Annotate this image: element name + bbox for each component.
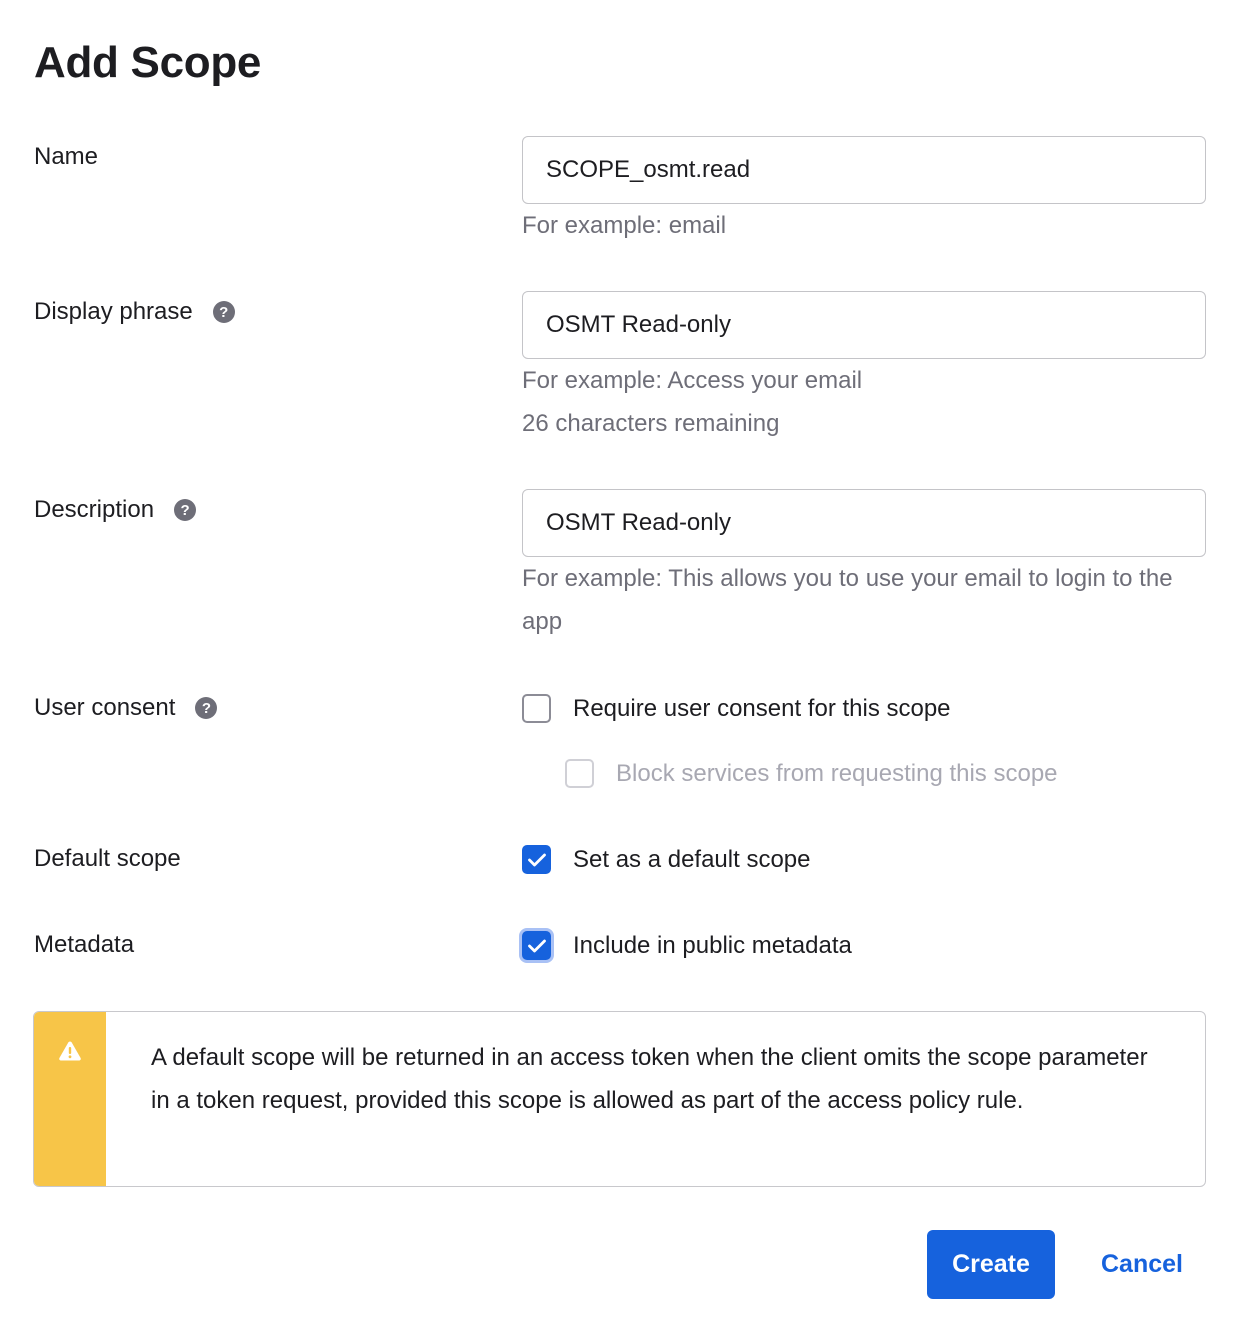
default-scope-option-label: Set as a default scope [573, 845, 811, 873]
user-consent-label-text: User consent [34, 694, 176, 721]
name-label: Name [34, 143, 98, 171]
help-icon[interactable]: ? [174, 499, 197, 521]
metadata-checkbox[interactable] [522, 931, 551, 960]
name-label-text: Name [34, 143, 99, 170]
block-services-checkbox [565, 759, 594, 788]
name-input[interactable]: SCOPE_osmt.read [522, 136, 1206, 204]
create-button[interactable]: Create [927, 1230, 1055, 1299]
default-scope-checkbox[interactable] [522, 845, 551, 874]
warning-icon [59, 1041, 81, 1061]
metadata-option[interactable]: Include in public metadata [522, 931, 852, 960]
cancel-button[interactable]: Cancel [1078, 1230, 1206, 1299]
check-icon [527, 939, 546, 952]
metadata-label: Metadata [34, 931, 134, 959]
display-phrase-label-text: Display phrase [34, 298, 193, 325]
help-icon[interactable]: ? [212, 301, 235, 323]
description-label: Description ? [34, 496, 197, 524]
default-scope-label-text: Default scope [34, 845, 181, 872]
description-hint: For example: This allows you to use your… [522, 565, 1173, 635]
display-phrase-input-value: OSMT Read-only [546, 311, 731, 338]
display-phrase-hint: For example: Access your email [522, 367, 863, 394]
description-input-value: OSMT Read-only [546, 509, 731, 536]
name-input-value: SCOPE_osmt.read [546, 156, 751, 183]
info-callout: A default scope will be returned in an a… [33, 1011, 1206, 1187]
block-services-label: Block services from requesting this scop… [616, 759, 1058, 787]
require-consent-option[interactable]: Require user consent for this scope [522, 694, 951, 723]
display-phrase-label: Display phrase ? [34, 298, 235, 326]
default-scope-option[interactable]: Set as a default scope [522, 845, 811, 874]
metadata-option-label: Include in public metadata [573, 931, 852, 959]
metadata-label-text: Metadata [34, 931, 135, 958]
characters-remaining: 26 characters remaining [522, 410, 780, 437]
display-phrase-input[interactable]: OSMT Read-only [522, 291, 1206, 359]
require-consent-label: Require user consent for this scope [573, 694, 951, 722]
require-consent-checkbox[interactable] [522, 694, 551, 723]
description-label-text: Description [34, 496, 155, 523]
default-scope-label: Default scope [34, 845, 181, 873]
description-input[interactable]: OSMT Read-only [522, 489, 1206, 557]
page-title: Add Scope [34, 38, 262, 87]
callout-text: A default scope will be returned in an a… [151, 1044, 1148, 1114]
block-services-option: Block services from requesting this scop… [565, 759, 1058, 788]
callout-bar [34, 1012, 106, 1186]
help-icon[interactable]: ? [195, 697, 218, 719]
check-icon [527, 853, 546, 866]
user-consent-label: User consent ? [34, 694, 218, 722]
name-hint: For example: email [522, 212, 727, 239]
